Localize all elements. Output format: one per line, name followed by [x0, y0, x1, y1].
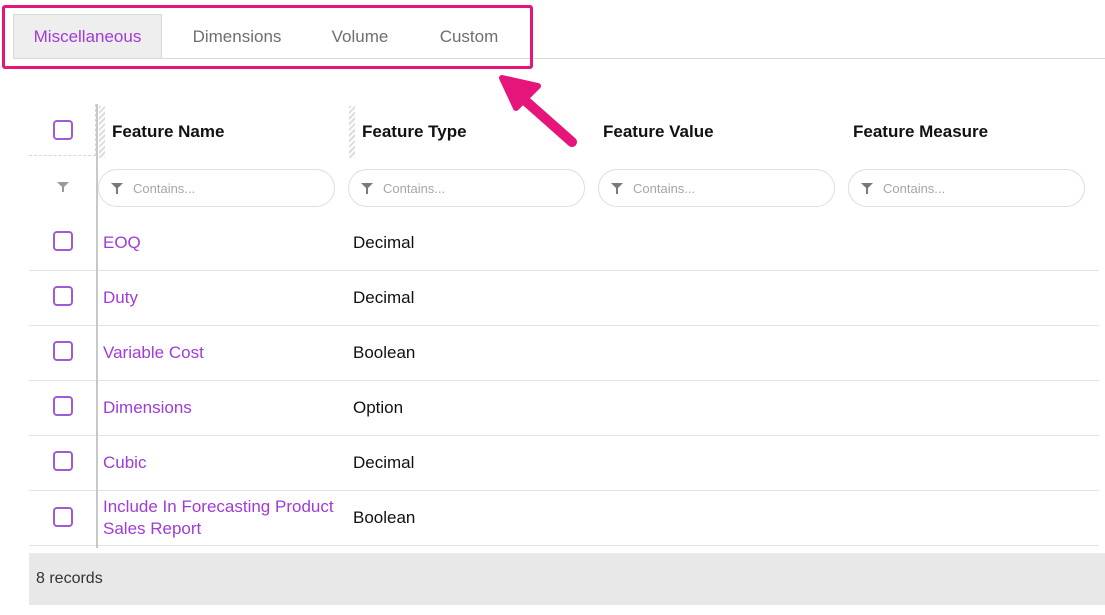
filter-input-feature-name[interactable]	[133, 180, 323, 196]
funnel-icon	[611, 183, 623, 194]
table-row[interactable]: Cubic Decimal	[29, 436, 1099, 491]
row-checkbox[interactable]	[53, 341, 73, 361]
tab-bar: Miscellaneous Dimensions Volume Custom	[0, 0, 1105, 60]
feature-name-link[interactable]: Cubic	[103, 436, 348, 490]
grid-body: EOQ Decimal Duty Decimal Variable Cost B…	[29, 216, 1099, 546]
grid-header: Feature Name Feature Type Feature Value …	[29, 104, 1099, 160]
tab-miscellaneous[interactable]: Miscellaneous	[13, 14, 162, 59]
tab-custom[interactable]: Custom	[418, 14, 520, 59]
tab-label: Dimensions	[192, 26, 282, 46]
column-resize-handle[interactable]	[349, 106, 355, 158]
filter-feature-value[interactable]	[598, 169, 835, 207]
column-header-feature-name[interactable]: Feature Name	[112, 104, 224, 160]
filter-feature-measure[interactable]	[848, 169, 1085, 207]
row-checkbox[interactable]	[53, 286, 73, 306]
filter-feature-type[interactable]	[348, 169, 585, 207]
feature-type-cell: Boolean	[353, 343, 416, 362]
row-checkbox[interactable]	[53, 231, 73, 251]
feature-name-link[interactable]: Duty	[103, 271, 348, 325]
filter-input-feature-type[interactable]	[383, 180, 573, 196]
table-row[interactable]: Duty Decimal	[29, 271, 1099, 326]
feature-type-cell: Decimal	[353, 233, 415, 252]
select-all-checkbox[interactable]	[53, 120, 73, 140]
row-checkbox[interactable]	[53, 396, 73, 416]
column-header-feature-value[interactable]: Feature Value	[603, 104, 714, 160]
filter-row	[29, 164, 1099, 216]
tab-label: Miscellaneous	[33, 26, 142, 46]
table-row[interactable]: Dimensions Option	[29, 381, 1099, 436]
table-row[interactable]: Include In Forecasting Product Sales Rep…	[29, 491, 1099, 546]
feature-name-link[interactable]: Include In Forecasting Product Sales Rep…	[103, 491, 348, 545]
column-resize-handle[interactable]	[99, 106, 105, 158]
funnel-icon	[57, 182, 69, 192]
filter-input-feature-value[interactable]	[633, 180, 823, 196]
feature-name-link[interactable]: Variable Cost	[103, 326, 348, 380]
column-header-feature-type[interactable]: Feature Type	[362, 104, 467, 160]
tab-volume[interactable]: Volume	[312, 14, 408, 59]
tab-label: Volume	[331, 26, 389, 46]
funnel-icon	[111, 183, 123, 194]
table-row[interactable]: EOQ Decimal	[29, 216, 1099, 271]
feature-name-link[interactable]: Dimensions	[103, 381, 348, 435]
filter-input-feature-measure[interactable]	[883, 180, 1073, 196]
funnel-icon	[361, 183, 373, 194]
funnel-icon	[861, 183, 873, 194]
tab-label: Custom	[439, 26, 499, 46]
header-checkbox-cell	[29, 104, 96, 156]
row-checkbox[interactable]	[53, 507, 73, 527]
tab-dimensions[interactable]: Dimensions	[172, 14, 302, 59]
grid-footer: 8 records	[29, 553, 1105, 605]
column-header-feature-measure[interactable]: Feature Measure	[853, 104, 988, 160]
tab-bar-divider	[13, 58, 1105, 59]
features-grid: Feature Name Feature Type Feature Value …	[29, 104, 1105, 605]
feature-name-link[interactable]: EOQ	[103, 216, 348, 270]
feature-type-cell: Boolean	[353, 508, 416, 527]
feature-type-cell: Decimal	[353, 453, 415, 472]
table-row[interactable]: Variable Cost Boolean	[29, 326, 1099, 381]
row-checkbox[interactable]	[53, 451, 73, 471]
filter-feature-name[interactable]	[98, 169, 335, 207]
checkbox-column-divider	[96, 104, 98, 548]
feature-type-cell: Decimal	[353, 288, 415, 307]
feature-type-cell: Option	[353, 398, 404, 417]
record-count: 8 records	[36, 570, 103, 587]
